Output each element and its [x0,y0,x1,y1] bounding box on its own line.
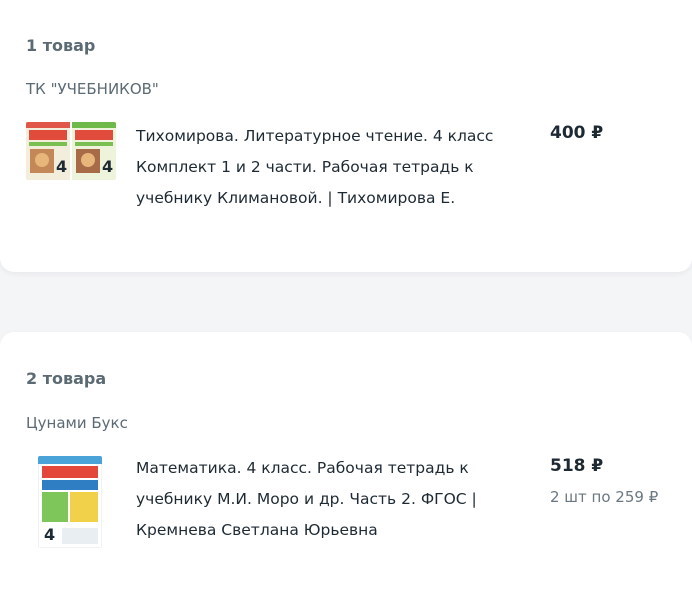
svg-text:4: 4 [102,157,113,176]
product-title[interactable]: Тихомирова. Литературное чтение. 4 класс… [136,121,496,214]
order-group-2: 2 товара Цунами Букс 4 Математика. 4 кла… [0,332,692,602]
product-title[interactable]: Математика. 4 класс. Рабочая тетрадь к у… [136,453,496,546]
book-cover-icon: 4 4 [26,122,116,180]
seller-name[interactable]: ТК "УЧЕБНИКОВ" [26,80,159,98]
product-price: 400 ₽ [550,123,604,143]
book-cover-icon: 4 [38,456,102,548]
product-price: 518 ₽ [550,456,604,476]
product-image[interactable]: 4 4 [26,122,116,180]
product-image[interactable]: 4 [38,456,102,548]
svg-text:4: 4 [44,525,55,544]
seller-name[interactable]: Цунами Букс [26,414,128,432]
item-count-label: 2 товара [26,369,107,388]
svg-text:4: 4 [56,157,67,176]
item-count-label: 1 товар [26,36,96,55]
cart-page: 1 товар ТК "УЧЕБНИКОВ" 4 4 Тихомирова. Л… [0,0,692,602]
order-group-1: 1 товар ТК "УЧЕБНИКОВ" 4 4 Тихомирова. Л… [0,0,692,272]
unit-price: 2 шт по 259 ₽ [550,488,659,506]
